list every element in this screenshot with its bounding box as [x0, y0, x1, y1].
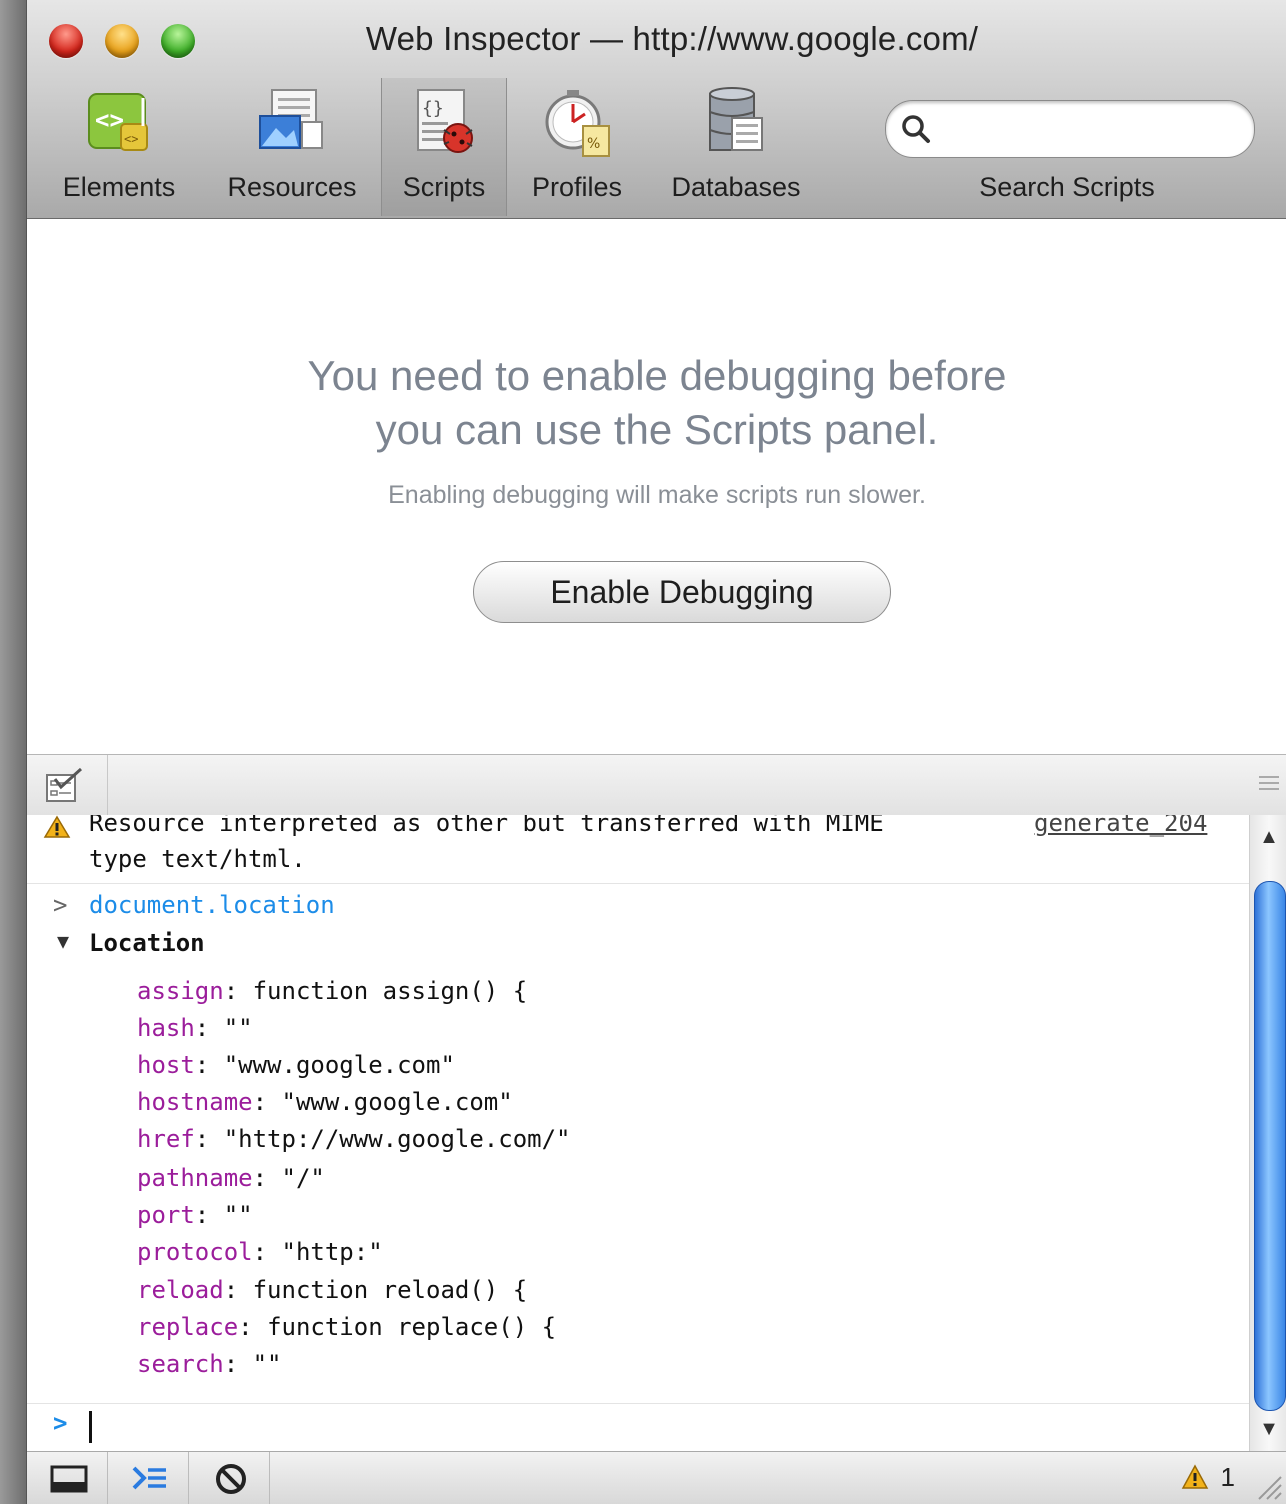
resources-icon [259, 89, 323, 149]
toolbar-elements[interactable]: <> <> Elements [49, 78, 189, 216]
search-scripts-field[interactable] [885, 100, 1255, 158]
property-row: reload: function reload() { [137, 1276, 528, 1304]
message-line-1: You need to enable debugging before [307, 352, 1007, 399]
web-inspector-window: Web Inspector — http://www.google.com/ <… [26, 0, 1286, 1504]
dock-icon [50, 1465, 88, 1493]
svg-text:<>: <> [124, 132, 138, 146]
property-key: protocol [137, 1238, 253, 1266]
property-value: function replace() { [267, 1313, 557, 1341]
console-header-bar [27, 754, 1286, 816]
clear-console-icon [216, 1464, 246, 1494]
console-row-divider [27, 883, 1249, 884]
toolbar-resources-label: Resources [227, 172, 357, 202]
property-key: search [137, 1350, 224, 1378]
svg-text:{}: {} [422, 98, 444, 119]
property-row: host: "www.google.com" [137, 1051, 455, 1079]
property-key: href [137, 1125, 195, 1153]
property-key: hostname [137, 1088, 253, 1116]
clear-console-button[interactable] [189, 1452, 270, 1504]
property-row: assign: function assign() { [137, 977, 528, 1005]
property-key: pathname [137, 1164, 253, 1192]
property-value: function reload() { [252, 1276, 528, 1304]
property-value: "/" [281, 1164, 325, 1192]
property-row: href: "http://www.google.com/" [137, 1125, 571, 1153]
search-icon [902, 115, 930, 143]
window-resize-grip-icon[interactable] [1253, 1471, 1283, 1501]
property-key: assign [137, 977, 224, 1005]
property-value: "" [252, 1350, 282, 1378]
property-row: hash: "" [137, 1014, 253, 1042]
console-prompt-divider [27, 1403, 1249, 1404]
property-row: protocol: "http:" [137, 1238, 383, 1266]
toolbar-scripts[interactable]: {} Scripts [381, 78, 507, 216]
property-key: replace [137, 1313, 239, 1341]
console-bar-divider [107, 755, 108, 815]
warning-message-line-2: type text/html. [89, 845, 306, 873]
message-line-2: you can use the Scripts panel. [375, 406, 939, 453]
dock-button[interactable] [27, 1452, 108, 1504]
checklist-icon[interactable] [45, 767, 85, 803]
property-value: "http:" [281, 1238, 383, 1266]
property-key: reload [137, 1276, 224, 1304]
command-prompt-icon: > [53, 891, 68, 919]
input-prompt-icon: > [53, 1409, 68, 1437]
window-title: Web Inspector — http://www.google.com/ [365, 20, 979, 57]
property-value: function assign() { [252, 977, 528, 1005]
warning-source-link[interactable]: generate_204 [1034, 815, 1207, 837]
warning-message-line-1: Resource interpreted as other but transf… [89, 815, 884, 837]
enable-debugging-button[interactable]: Enable Debugging [473, 561, 891, 623]
databases-icon [709, 87, 763, 151]
property-value: "" [223, 1014, 253, 1042]
elements-icon: <> <> [88, 93, 148, 151]
property-row: port: "" [137, 1201, 253, 1229]
console-command: document.location [89, 891, 335, 919]
scroll-down-arrow-icon[interactable]: ▼ [1250, 1409, 1286, 1449]
console-icon [132, 1466, 166, 1490]
scrollbar-thumb[interactable] [1254, 881, 1286, 1411]
location-object-label[interactable]: Location [89, 929, 205, 957]
search-scripts-label: Search Scripts [979, 172, 1155, 202]
status-bar: 1 [27, 1451, 1286, 1504]
console-toggle-button[interactable] [108, 1452, 189, 1504]
property-row: hostname: "www.google.com" [137, 1088, 513, 1116]
property-key: hash [137, 1014, 195, 1042]
toolbar-scripts-label: Scripts [402, 172, 486, 202]
desktop-background [0, 0, 26, 1504]
enable-debugging-message: You need to enable debugging before you … [27, 349, 1286, 457]
property-row: search: "" [137, 1350, 282, 1378]
property-row: pathname: "/" [137, 1164, 325, 1192]
scripts-panel: You need to enable debugging before you … [27, 219, 1286, 754]
warning-icon [43, 815, 71, 838]
scroll-up-arrow-icon[interactable]: ▲ [1250, 817, 1286, 857]
toolbar-databases[interactable]: Databases [663, 78, 809, 216]
console-scrollbar[interactable]: ▲ ▼ [1249, 815, 1286, 1451]
property-value: "www.google.com" [223, 1051, 455, 1079]
search-input[interactable] [942, 109, 1236, 149]
toolbar-profiles-label: Profiles [531, 172, 623, 202]
property-row: replace: function replace() { [137, 1313, 557, 1341]
disclosure-triangle-icon[interactable]: ▼ [57, 929, 69, 953]
warning-count-icon[interactable] [1181, 1464, 1209, 1490]
debugging-subtext: Enabling debugging will make scripts run… [388, 481, 926, 509]
toolbar-databases-label: Databases [671, 172, 801, 202]
toolbar: Web Inspector — http://www.google.com/ <… [27, 0, 1286, 219]
scripts-icon: {} [417, 89, 473, 153]
property-key: port [137, 1201, 195, 1229]
property-value: "http://www.google.com/" [223, 1125, 571, 1153]
svg-text:<>: <> [95, 106, 124, 134]
console-input[interactable] [89, 1411, 92, 1443]
profiles-icon: % [545, 90, 610, 157]
property-value: "www.google.com" [281, 1088, 513, 1116]
toolbar-profiles[interactable]: % Profiles [517, 78, 637, 216]
resize-handle-icon[interactable] [1257, 771, 1281, 795]
toolbar-elements-label: Elements [62, 172, 176, 202]
svg-text:%: % [587, 136, 600, 152]
console-output: Resource interpreted as other but transf… [27, 815, 1249, 1451]
property-value: "" [223, 1201, 253, 1229]
property-key: host [137, 1051, 195, 1079]
warning-count[interactable]: 1 [1221, 1462, 1235, 1493]
toolbar-resources[interactable]: Resources [217, 78, 367, 216]
